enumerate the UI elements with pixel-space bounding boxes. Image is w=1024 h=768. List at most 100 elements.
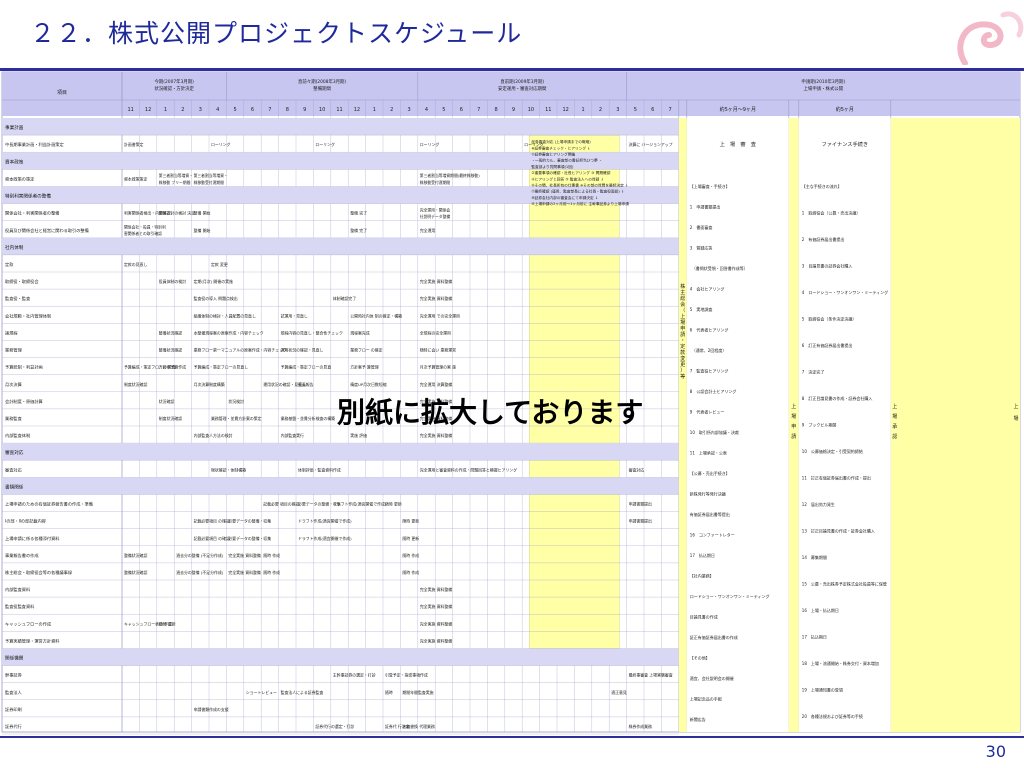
listing-box-text: ④ヒアリングと回答 ⑤ 監査法人への質疑 ↓ [531,176,603,181]
item-header: 項目 [57,90,67,96]
phase-header-line2: 整備期間 [313,85,331,92]
exam-list-item: （通常、2回程度） [690,347,727,353]
schedule-cell-text: 整備 開始 [194,211,211,216]
finance-list-item: 13 訂正目論見書の作成・証券会社購入 [802,528,875,534]
schedule-cell-text: 記載必要項目 の確認 [194,519,230,524]
phase-header-line1: 直前期(2009年3月期) [500,78,544,85]
vertical-label: 主 [680,289,685,296]
period-label: 約5ヶ月 [836,106,854,113]
schedule-cell-text: 整備 完了 [350,211,367,216]
exam-list-item: 適宜、会社説明会の開催 [690,675,734,681]
vertical-label: 申 [680,325,685,332]
exam-list-item: 5 実地調査 [690,306,713,312]
schedule-cell-text: 関係方針の検討 決定 [159,211,195,216]
exam-list-item: 上場記念品の手配 [690,696,722,702]
schedule-cell-text: 完全運用と審査資料の作成・問題回答と模擬ヒアリング [420,467,517,472]
row-label: 関係会社・利害関係者の整備 [5,210,59,217]
group-label: 書類関係 [5,483,24,490]
month-label: 8 [286,107,289,113]
schedule-cell-text: 過去分の整備 (不足分作成) [176,553,224,558]
exam-list-item: ロードショー・ワンオンワン・ミーティング [690,593,770,599]
schedule-cell-text: 定款 変更 [211,262,228,267]
row-label: 証券代行 [5,723,22,730]
vertical-label: 場 [892,413,897,420]
schedule-cell-text: 随時 作成 [402,553,419,558]
month-label: 8 [495,107,498,113]
month-label: 6 [251,107,254,113]
overlay-note: 別紙に拡大しております [337,396,644,429]
vertical-label: 株 [680,283,685,290]
finance-list-item: 17 払込期日 [802,634,827,640]
schedule-cell-text: 体制確認完了 [333,296,356,301]
schedule-cell-text: 随時 更新 [385,502,402,507]
schedule-cell-text: 随時 更新 [159,621,176,626]
schedule-cell-text: 完全実施 資料整備 [420,604,452,609]
schedule-cell-text: 審査対応 [629,467,645,472]
schedule-cell-text: 証券代行の選定・打診 [315,724,354,729]
row-label: 審査対応 [5,466,23,473]
listing-box-text: ⑨上場申請の2ヶ月前～1ヶ月前に 主幹事証券より上場申請 [531,201,629,206]
month-label: 7 [477,107,480,113]
schedule-cell-text: 期間年間監査実施 [402,690,433,695]
group-label: 審査対応 [5,449,24,456]
group-label: 特別利害関係者の整備 [5,193,51,200]
schedule-cell-text: 記載必要 項目の確認 [263,502,299,507]
group-row-bg [2,118,679,136]
schedule-cell-text: 予算編成・策定フローの見直 [281,365,332,370]
schedule-cell-text: 株券作成業務 [629,724,652,729]
row-label: 予算統制・利益計画 [5,364,43,371]
schedule-cell-text: 実施 評価 [350,433,367,438]
group-row-bg [2,648,679,666]
exam-list-item: 3 質疑応答 [690,245,713,251]
listing-box-text: ⑦最終確認 (運用、監査部長による社長・監査役面談) ↓ [531,189,624,194]
schedule-cell-text: 計画書策定 [124,142,144,147]
schedule-cell-text: 完全運用・関係会 [420,207,451,212]
exam-list-item: 【上場審査・手続き】 [690,183,730,189]
row-label: 資本政策の策定 [5,175,34,182]
group-row-bg [2,237,679,255]
row-label: 証券印刷 [5,706,22,713]
schedule-cell-text: 関係会社・役員・特別利 [124,224,166,229]
exam-list-item: 2 書面審査 [690,224,713,230]
phase-header-line2: 安定運用・審査対応期間 [498,85,547,92]
exam-list-item: 証正有価証券届出書の作成 [690,634,738,640]
schedule-cell-text: 定期(月次) 開催の実施 [194,279,233,284]
schedule-cell-text: 試運用・見直し [281,313,308,318]
period-label: 約5ヶ月～9ヶ月 [720,106,756,113]
row-label: 内部監査体制 [5,432,30,439]
row-label: 株主総会・取締役会等の各種議事録 [5,569,73,576]
vertical-label: 款 [680,349,685,356]
month-label: 1 [582,107,585,113]
schedule-cell-text: 随時 更新 [402,519,419,524]
schedule-cell-text: 業務基盤・並貫分析検査の構築 [281,416,336,421]
schedule-cell-text: 記載必要項目 の確認 [194,536,230,541]
group-row-bg [2,477,679,495]
schedule-cell-text: 完全実施 資料整備 [228,570,260,575]
listing-box-text: 監査部より質問事項(1回) [531,164,574,169]
schedule-cell-text: 完全実施 資料整備 [228,553,260,558]
schedule-cell-text: 随時 作成 [263,570,280,575]
finance-list-item: 7 決定完了 [802,369,825,375]
row-label: 諸規程 [5,329,18,336]
schedule-cell-text: 内部監査人方法の検討 [194,433,233,438]
row-label: 会社規範・社内管理体制 [5,312,51,319]
row-label: 取締役・取締役会 [5,278,39,285]
schedule-cell-text: 規程内容の見直し・整合性チェック [281,330,343,335]
month-label: 12 [354,107,360,113]
schedule-cell-text: 制度状況確認 [124,382,147,387]
schedule-cell-text: 株移動受付運期間 [194,180,225,185]
row-label: 上場申請のための有価証券報告書の作成・準備 [5,501,93,508]
exam-list-item: 【その他】 [690,655,710,661]
exam-list-item: 7 監査役ヒアリング [690,368,729,374]
row-label: 予算実績管理・運営方針資料 [5,637,60,644]
schedule-cell-text: 申請書類作成の支援 [194,707,229,712]
phase-header-line1: 今期(2007年3月期) [155,78,195,85]
schedule-cell-text: ショートレビュー [246,690,277,695]
schedule-cell-text: 業務フロー第一マニュアルの原案作成・内容チェック [194,348,287,353]
finance-list-item: 4 ロードショー・ワンオンワン・ミーティング [802,289,888,295]
schedule-cell-text: 精度UP月次日数短縮 [350,382,386,387]
schedule-cell-text: 状況確認 [159,399,175,404]
month-label: 4 [425,107,428,113]
schedule-cell-text: 資本政策策定 [124,176,147,181]
finance-list-item: 2 有価証券届出書提出 [802,236,845,242]
